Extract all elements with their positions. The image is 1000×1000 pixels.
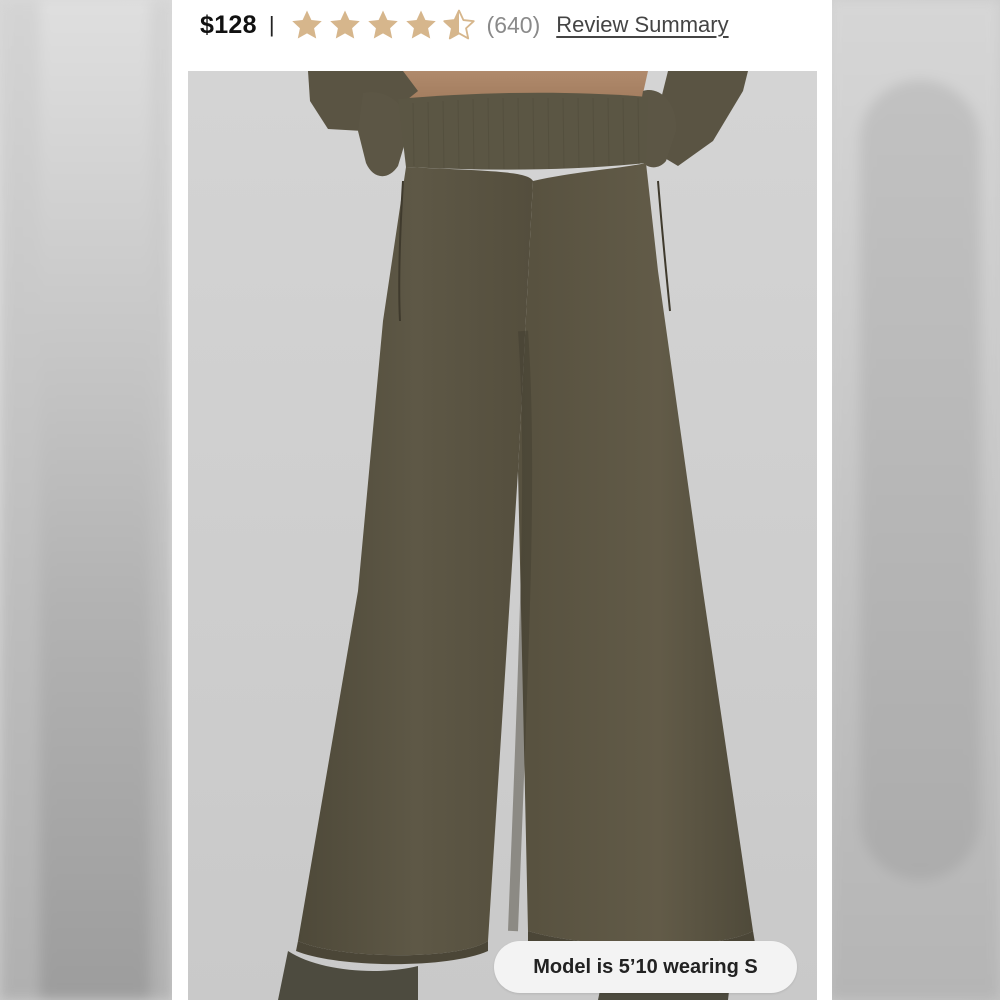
review-summary-link[interactable]: Review Summary (556, 12, 728, 38)
separator: | (268, 12, 275, 37)
blurred-background-left (0, 0, 172, 1000)
product-card: $128 | (640) Review Summary Model is 5’1… (172, 0, 832, 1000)
product-photo (188, 71, 817, 1000)
star-half-icon (442, 9, 475, 40)
product-header: $128 | (640) Review Summary (200, 0, 729, 50)
star-rating[interactable] (289, 8, 477, 42)
blurred-background-right (828, 0, 1000, 1000)
star-full-icon (405, 10, 436, 39)
star-full-icon (329, 10, 360, 39)
model-size-badge: Model is 5’10 wearing S (494, 941, 797, 993)
review-count: (640) (486, 11, 541, 38)
star-full-icon (291, 10, 322, 39)
price: $128 (200, 10, 257, 39)
pants-illustration (188, 71, 817, 1000)
star-full-icon (367, 10, 398, 39)
